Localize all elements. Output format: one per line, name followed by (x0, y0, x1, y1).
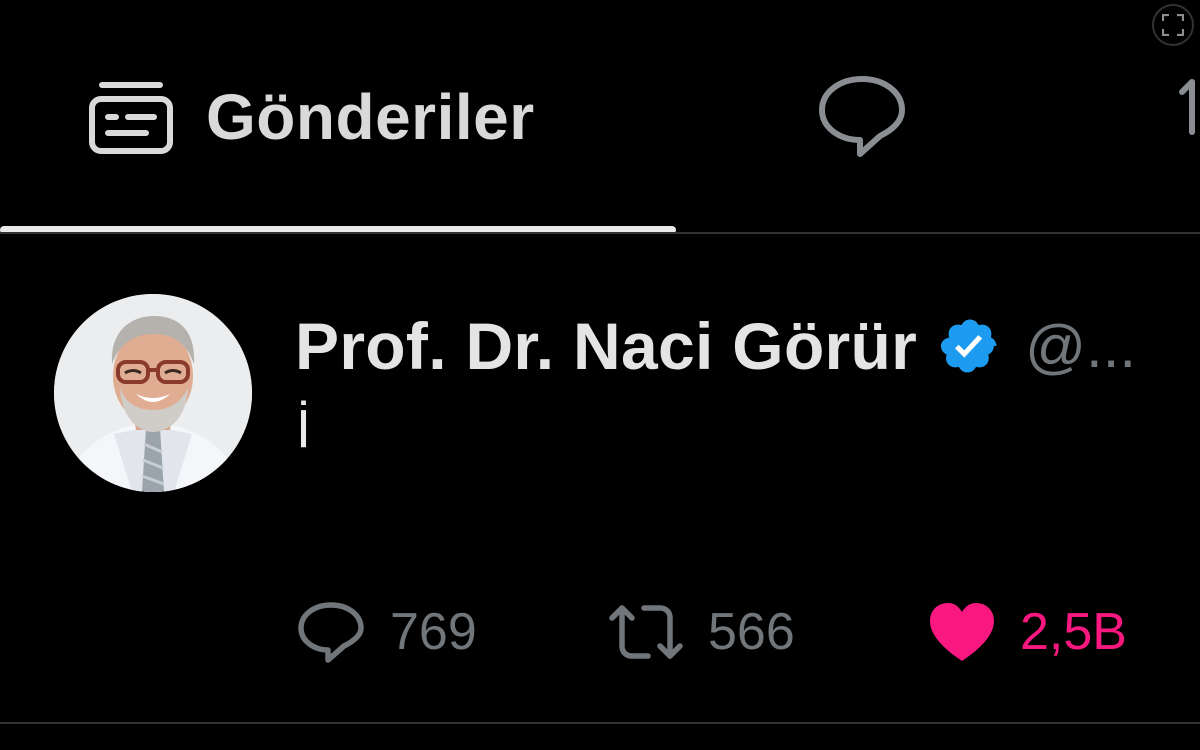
avatar-portrait-image (54, 294, 252, 492)
heart-filled-icon (930, 603, 994, 661)
tab-replies[interactable] (816, 74, 908, 158)
author-display-name[interactable]: Prof. Dr. Naci Görür (295, 308, 917, 384)
author-handle[interactable]: @... (1025, 312, 1136, 381)
tab-posts[interactable]: Gönderiler (88, 72, 535, 162)
reply-count: 769 (390, 603, 477, 661)
reply-icon (298, 602, 364, 663)
verified-badge-icon (939, 315, 1001, 377)
avatar[interactable] (54, 294, 252, 492)
tab-divider (0, 232, 1200, 234)
partial-tab-icon (1179, 79, 1195, 135)
reply-button[interactable]: 769 (296, 596, 477, 668)
repost-count: 566 (708, 603, 795, 661)
post-text: İ (296, 399, 312, 459)
profile-tab-bar: Gönderiler (0, 0, 1200, 236)
post-divider (0, 722, 1200, 724)
like-count: 2,5B (1020, 603, 1127, 661)
tab-partial[interactable] (1178, 76, 1200, 136)
post-header: Prof. Dr. Naci Görür @... (295, 306, 1200, 386)
repost-button[interactable]: 566 (608, 596, 795, 668)
like-button[interactable]: 2,5B (928, 596, 1127, 668)
tab-posts-label: Gönderiler (206, 81, 535, 153)
replies-speech-bubble-icon (819, 76, 905, 157)
posts-card-icon (89, 82, 173, 154)
repost-icon (609, 605, 683, 659)
post-item[interactable]: Prof. Dr. Naci Görür @... İ 769 566 2,5B (0, 236, 1200, 724)
post-actions: 769 566 2,5B (296, 596, 1176, 668)
